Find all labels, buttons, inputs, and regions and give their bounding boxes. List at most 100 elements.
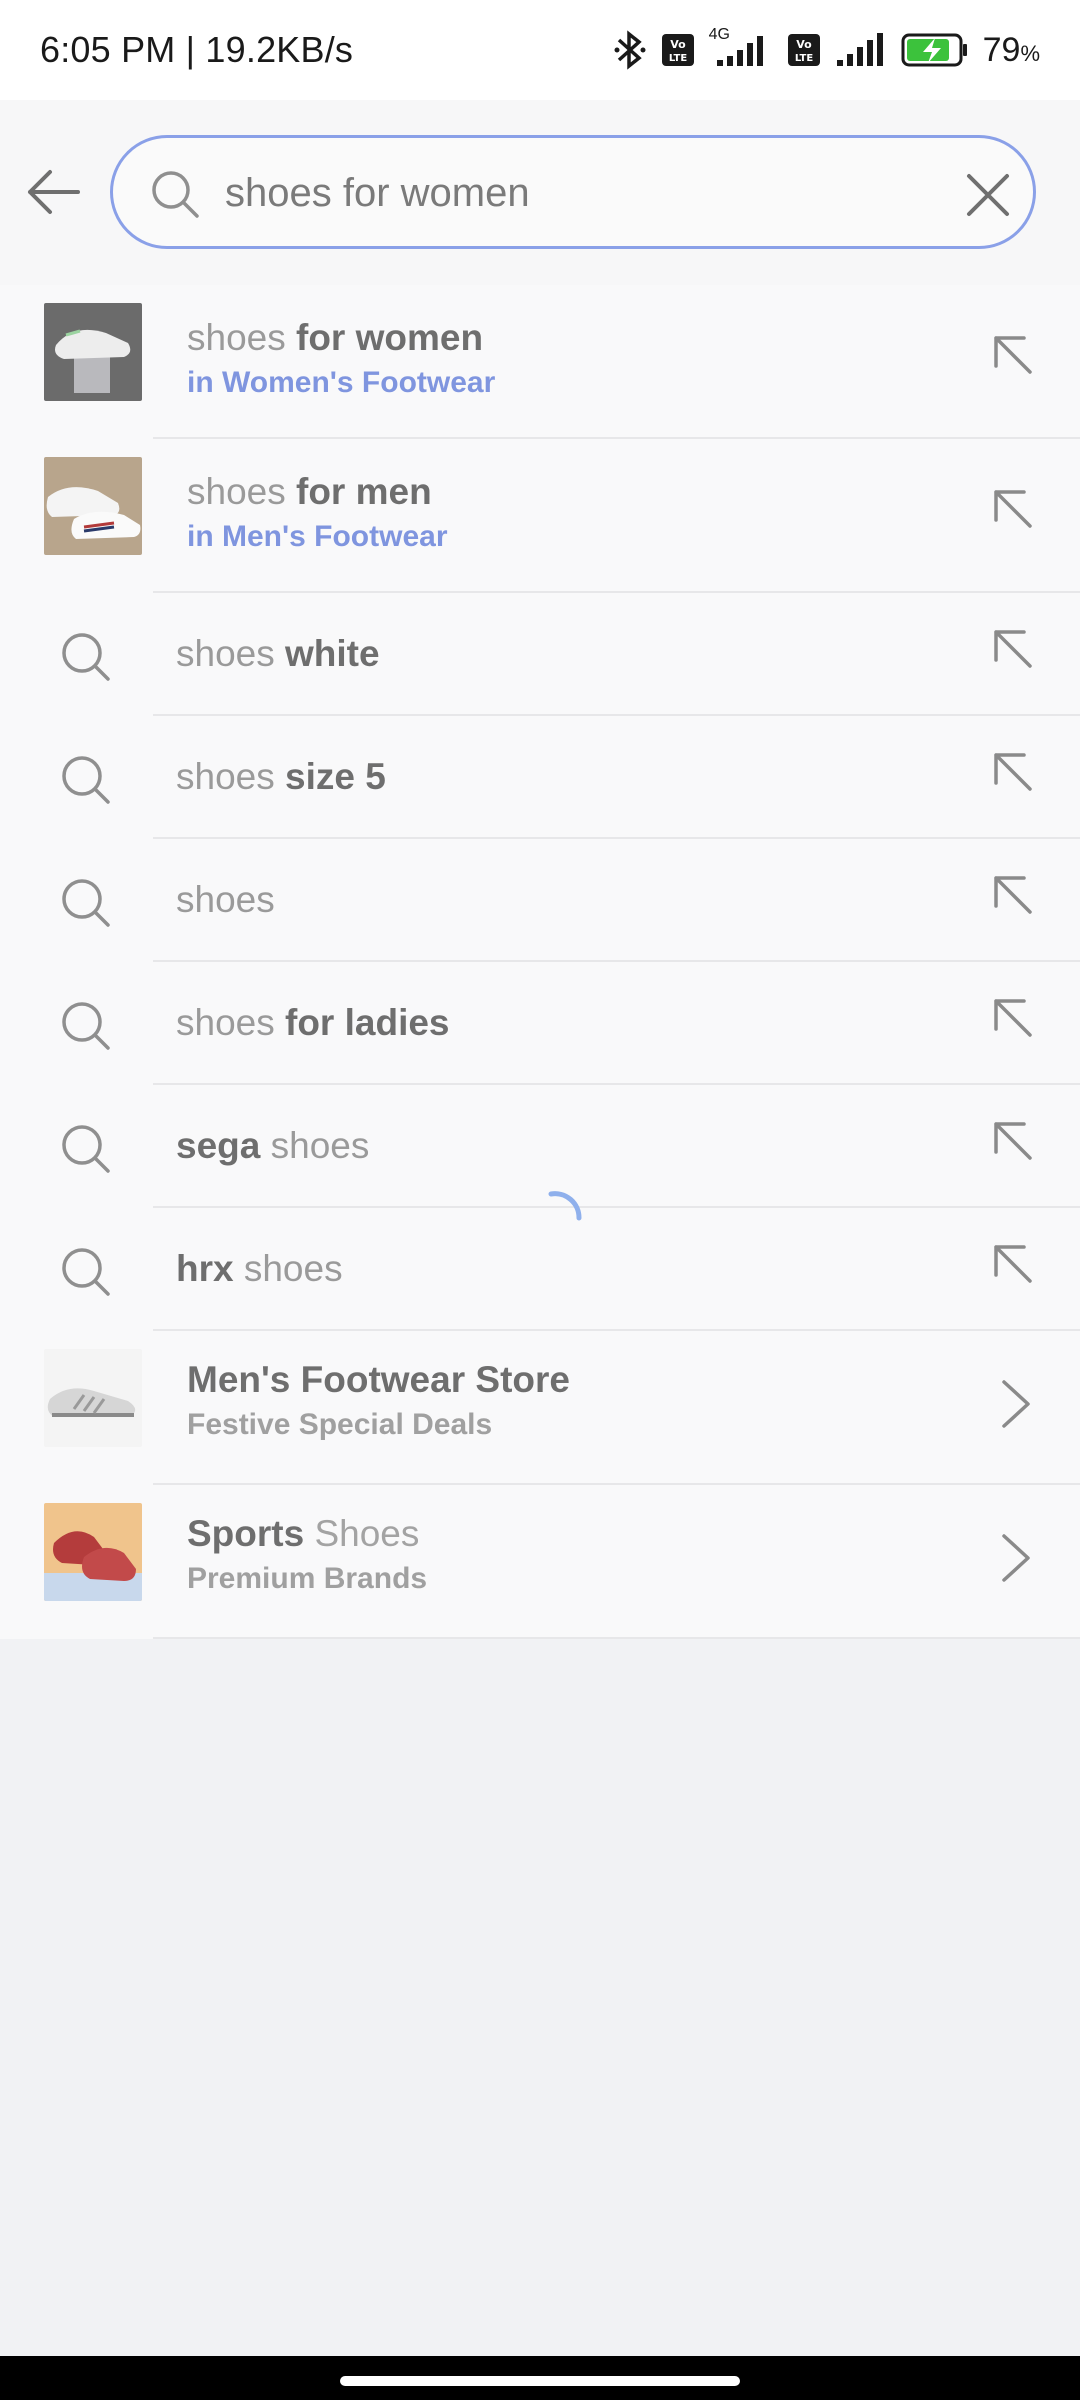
bluetooth-icon xyxy=(613,30,647,70)
search-input[interactable] xyxy=(225,158,925,228)
close-icon xyxy=(967,174,1009,216)
fill-query-button[interactable] xyxy=(990,749,1036,800)
fill-query-button[interactable] xyxy=(990,332,1036,383)
suggestion-completion: for women xyxy=(285,317,484,358)
search-icon-wrap xyxy=(60,1000,112,1057)
store-thumbnail xyxy=(44,1349,142,1447)
suggestion-prefix: shoes xyxy=(187,471,286,512)
battery-value: 79 xyxy=(982,30,1021,69)
battery-charging-icon xyxy=(901,32,969,68)
arrow-up-left-icon xyxy=(994,336,1032,374)
suggestion-label: hrx shoes xyxy=(176,1246,343,1292)
home-gesture-handle[interactable] xyxy=(340,2376,740,2386)
search-icon xyxy=(62,633,110,681)
divider xyxy=(153,1637,1080,1639)
search-icon xyxy=(152,171,199,218)
svg-text:Vo: Vo xyxy=(670,38,686,51)
suggestion-text: shoes for men in Men's Footwear xyxy=(187,469,448,557)
store-text: Sports Shoes Premium Brands xyxy=(187,1511,427,1599)
store-subtitle: Premium Brands xyxy=(187,1562,428,1595)
arrow-up-left-icon xyxy=(994,630,1032,668)
query-suggestion-row[interactable]: shoes xyxy=(0,839,1080,962)
back-button[interactable] xyxy=(24,152,84,232)
suggestion-completion: hrx xyxy=(176,1248,234,1289)
query-suggestion-row[interactable]: shoes white xyxy=(0,593,1080,716)
search-icon-wrap xyxy=(60,631,112,688)
fill-query-button[interactable] xyxy=(990,1118,1036,1169)
suggestion-category: in Women's Footwear xyxy=(187,366,496,399)
fill-query-button[interactable] xyxy=(990,1241,1036,1292)
query-suggestion-row[interactable]: sega shoes xyxy=(0,1085,1080,1208)
store-title-bold: Men's Footwear Store xyxy=(187,1359,570,1400)
search-icon-wrap xyxy=(60,754,112,811)
store-title: Sports Shoes xyxy=(187,1511,427,1557)
signal-icon xyxy=(835,30,887,70)
category-suggestion-row[interactable]: shoes for men in Men's Footwear xyxy=(0,439,1080,593)
chevron-right-icon xyxy=(998,1376,1034,1437)
status-time: 6:05 PM | 19.2KB/s xyxy=(40,29,354,70)
arrow-up-left-icon xyxy=(994,876,1032,914)
loading-spinner-icon xyxy=(548,1191,582,1221)
suggestion-completion: for men xyxy=(285,471,432,512)
svg-text:LTE: LTE xyxy=(794,53,813,64)
fill-query-button[interactable] xyxy=(990,486,1036,537)
chevron-right-icon xyxy=(998,1530,1034,1591)
battery-unit: % xyxy=(1020,40,1040,66)
search-icon xyxy=(62,756,110,804)
volte-icon: Vo LTE xyxy=(661,33,695,67)
store-title-light: Shoes xyxy=(304,1513,420,1554)
suggestion-category: in Men's Footwear xyxy=(187,520,448,553)
suggestion-label: sega shoes xyxy=(176,1123,369,1169)
suggestion-completion: for ladies xyxy=(274,1002,450,1043)
status-icons: Vo LTE 4G Vo LTE 79% xyxy=(613,26,1040,70)
suggestion-prefix: shoes xyxy=(176,633,275,674)
suggestion-suffix: shoes xyxy=(260,1125,370,1166)
store-subtitle: Festive Special Deals xyxy=(187,1408,493,1441)
fill-query-button[interactable] xyxy=(990,995,1036,1046)
svg-text:Vo: Vo xyxy=(796,38,812,51)
search-icon-wrap xyxy=(60,1246,112,1303)
product-thumbnail xyxy=(44,303,142,401)
arrow-up-left-icon xyxy=(994,753,1032,791)
search-icon-wrap xyxy=(60,1123,112,1180)
suggestion-completion: white xyxy=(274,633,380,674)
category-suggestion-row[interactable]: shoes for women in Women's Footwear xyxy=(0,285,1080,439)
arrow-up-left-icon xyxy=(994,999,1032,1037)
battery-percent: 79% xyxy=(983,31,1040,70)
product-thumbnail xyxy=(44,457,142,555)
store-thumbnail xyxy=(44,1503,142,1601)
store-title: Men's Footwear Store xyxy=(187,1357,570,1403)
suggestion-prefix: shoes xyxy=(176,756,275,797)
suggestion-suffix: shoes xyxy=(233,1248,343,1289)
search-icon-wrap xyxy=(60,877,112,934)
suggestion-label: shoes xyxy=(176,877,275,923)
fill-query-button[interactable] xyxy=(990,872,1036,923)
clear-search-button[interactable] xyxy=(953,160,1023,230)
query-suggestion-row[interactable]: shoes for ladies xyxy=(0,962,1080,1085)
store-suggestion-row[interactable]: Sports Shoes Premium Brands xyxy=(0,1485,1080,1639)
signal-4g-icon: 4G xyxy=(709,26,773,70)
suggestion-completion: sega xyxy=(176,1125,261,1166)
search-icon xyxy=(62,1125,110,1173)
arrow-up-left-icon xyxy=(994,1245,1032,1283)
store-suggestion-row[interactable]: Men's Footwear Store Festive Special Deal… xyxy=(0,1331,1080,1485)
search-icon xyxy=(62,1002,110,1050)
suggestion-completion: size 5 xyxy=(274,756,386,797)
suggestion-prefix: shoes xyxy=(176,879,275,920)
search-icon xyxy=(62,879,110,927)
search-icon xyxy=(62,1248,110,1296)
volte-icon-2: Vo LTE xyxy=(787,33,821,67)
query-suggestion-row[interactable]: hrx shoes xyxy=(0,1208,1080,1331)
fill-query-button[interactable] xyxy=(990,626,1036,677)
suggestion-text: shoes for women in Women's Footwear xyxy=(187,315,495,403)
store-title-bold: Sports xyxy=(187,1513,305,1554)
query-suggestion-row[interactable]: shoes size 5 xyxy=(0,716,1080,839)
arrow-up-left-icon xyxy=(994,490,1032,528)
suggestion-label: shoes white xyxy=(176,631,380,677)
suggestion-list: shoes for women in Women's Footwear shoes … xyxy=(0,285,1080,1639)
suggestion-label: shoes size 5 xyxy=(176,754,386,800)
suggestion-label: shoes for women xyxy=(187,315,495,361)
svg-text:LTE: LTE xyxy=(668,53,687,64)
arrow-up-left-icon xyxy=(994,1122,1032,1160)
search-box[interactable] xyxy=(110,135,1036,249)
